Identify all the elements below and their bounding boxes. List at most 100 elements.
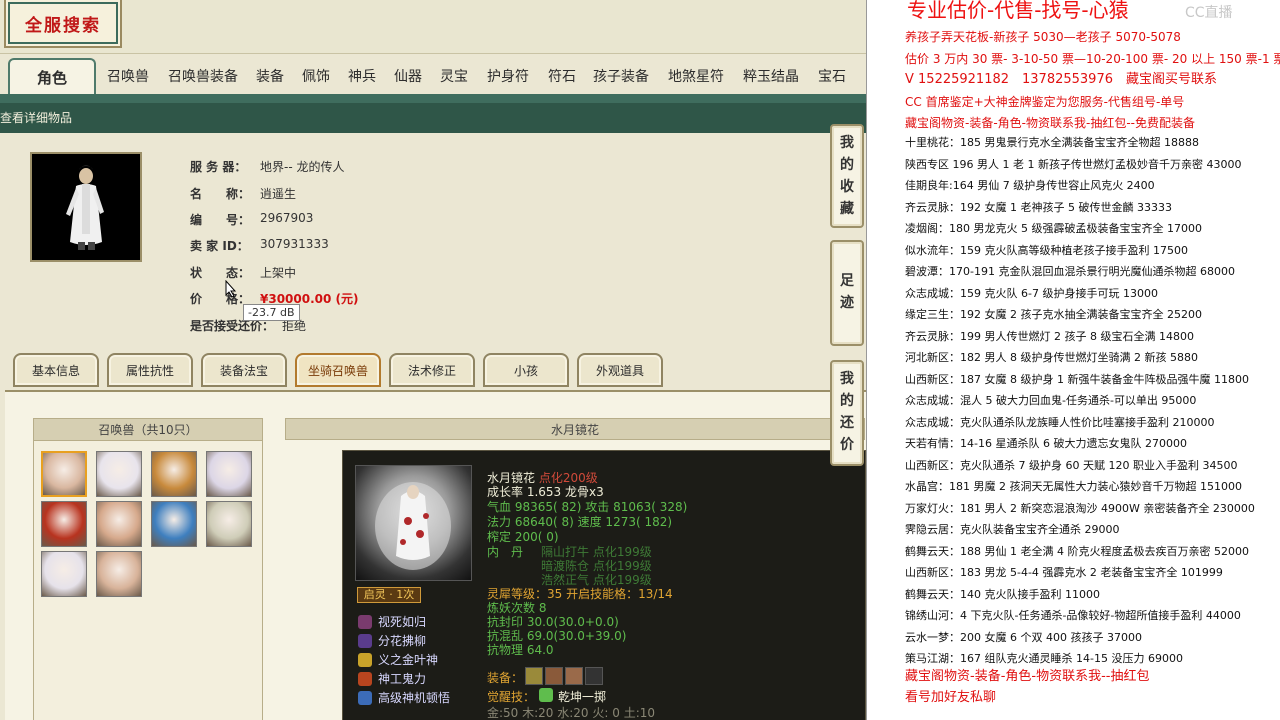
- pet-name-note: 点化200级: [538, 471, 598, 485]
- pet-lingxi: 灵犀等级：35 开启技能格：13/14: [487, 587, 673, 601]
- subtab-attributes[interactable]: 属性抗性: [107, 353, 193, 387]
- overlay-line: V 15225921182 13782553976 藏宝阁买号联系: [905, 72, 1217, 87]
- subtab-appearance[interactable]: 外观道具: [577, 353, 663, 387]
- pet-thumbnail[interactable]: [206, 451, 252, 497]
- overlay-line: 凌烟阁：180 男龙克火 5 级强霹破孟极装备宝宝齐全 17000: [905, 222, 1202, 235]
- overlay-line: 锦绣山河：4 下克火队-任务通杀-品像较好-物超所值接手盈利 44000: [905, 609, 1241, 622]
- subtab-child[interactable]: 小孩: [483, 353, 569, 387]
- tab-accessory[interactable]: 佩饰: [294, 62, 338, 90]
- seller-value: 307931333: [260, 237, 329, 251]
- overlay-line: 缘定三生：192 女魔 2 孩子克水抽全满装备宝宝齐全 25200: [905, 308, 1202, 321]
- name-label: 名 称：: [190, 187, 251, 201]
- server-value: 地界-- 龙的传人: [260, 160, 345, 174]
- id-label: 编 号：: [190, 213, 251, 227]
- subtab-equip-treasure[interactable]: 装备法宝: [201, 353, 287, 387]
- tab-child-equip[interactable]: 孩子装备: [588, 62, 654, 90]
- tab-jade-crystal[interactable]: 粹玉结晶: [736, 62, 806, 90]
- footprint-button[interactable]: 足迹: [830, 240, 864, 346]
- tab-immortal-item[interactable]: 仙器: [386, 62, 430, 90]
- pet-thumbnail[interactable]: [206, 501, 252, 547]
- skill-label: 高级神机顿悟: [378, 691, 451, 705]
- pet-neidan-2: 暗渡陈仓 点化199级: [541, 559, 652, 573]
- volume-tooltip: -23.7 dB: [243, 304, 300, 321]
- tab-underline: [0, 94, 866, 103]
- pet-skill-item[interactable]: 义之金叶神: [358, 651, 438, 668]
- mount-pet-content: 召唤兽（共10只） 水月镜花 水月镜花 点化200级 成长率 1.653 龙骨x…: [5, 390, 866, 720]
- pet-mp-speed: 法力 68640( 8) 速度 1273( 182): [487, 515, 673, 529]
- pet-equip-2-icon[interactable]: [545, 667, 563, 685]
- pet-thumbnail[interactable]: [41, 451, 87, 497]
- character-figure-icon: [66, 165, 104, 250]
- pet-thumbnail[interactable]: [96, 551, 142, 597]
- overlay-line: 山西新区：187 女魔 8 级护身 1 新强牛装备金牛阵极品强牛魔 11800: [905, 372, 1249, 386]
- status-row: 状 态： 上架中: [190, 264, 296, 281]
- overlay-line: 霁隐云居：克火队装备宝宝齐全通杀 29000: [905, 523, 1120, 536]
- pet-equip-slots: [525, 667, 603, 685]
- subtab-mount-pet[interactable]: 坐骑召唤兽: [295, 353, 381, 387]
- subtab-basic-info[interactable]: 基本信息: [13, 353, 99, 387]
- overlay-line: 估价 3 万内 30 票- 3-10-50 票—10-20-100 票- 20 …: [905, 51, 1280, 66]
- pet-juexing-value: 乾坤一掷: [558, 690, 607, 704]
- my-favorites-button[interactable]: 我的收藏: [830, 124, 864, 228]
- tab-pet-equip[interactable]: 召唤兽装备: [160, 62, 246, 90]
- logo-text: 全服搜索: [25, 15, 101, 36]
- pet-equip-4-icon[interactable]: [585, 667, 603, 685]
- subtab-spell-correction[interactable]: 法术修正: [389, 353, 475, 387]
- pet-hp-attack: 气血 98365( 82) 攻击 81063( 328): [487, 500, 688, 514]
- pet-thumbnail[interactable]: [96, 501, 142, 547]
- pet-portrait: [355, 465, 472, 581]
- overlay-line: CC 首席鉴定+大神金牌鉴定为您服务-代售组号-单号: [905, 94, 1185, 109]
- window-divider: [866, 0, 880, 720]
- tab-star-rune[interactable]: 地煞星符: [660, 62, 732, 90]
- role-info-area: 服 务 器： 地界-- 龙的传人 名 称： 逍遥生 编 号： 2967903 卖…: [0, 133, 866, 345]
- overlay-line: 天若有情：14-16 星通杀队 6 破大力遗忘女鬼队 270000: [905, 437, 1187, 450]
- overlay-line: 众志成城：159 克火队 6-7 级护身接手可玩 13000: [905, 286, 1158, 300]
- tab-amulet[interactable]: 护身符: [480, 62, 536, 90]
- server-label: 服 务 器：: [190, 160, 247, 174]
- overlay-line: 鹤舞云天：188 男仙 1 老全满 4 阶克火程度孟极去疾百万亲密 52000: [905, 544, 1249, 558]
- tab-pet[interactable]: 召唤兽: [100, 62, 156, 90]
- pet-kanding: 榨定 200( 0): [487, 530, 559, 544]
- overlay-line: 藏宝阁物资-装备-角色-物资联系我--抽红包: [905, 669, 1150, 684]
- tab-divine-weapon[interactable]: 神兵: [340, 62, 384, 90]
- category-tab-bar: 角色 召唤兽 召唤兽装备 装备 佩饰 神兵 仙器 灵宝 护身符 符石 孩子装备 …: [0, 54, 866, 94]
- pet-juexing-label: 觉醒技：: [487, 690, 536, 704]
- tab-spirit-treasure[interactable]: 灵宝: [432, 62, 476, 90]
- footprint-label: 足迹: [840, 273, 854, 311]
- seller-row: 卖 家 ID： 307931333: [190, 237, 329, 254]
- pet-equip-1-icon[interactable]: [525, 667, 543, 685]
- pet-skill-item[interactable]: 视死如归: [358, 613, 426, 630]
- pet-thumbnail[interactable]: [41, 501, 87, 547]
- pet-thumbnail[interactable]: [151, 501, 197, 547]
- pet-skill-item[interactable]: 神工鬼力: [358, 670, 426, 687]
- overlay-line: 山西新区：克火队通杀 7 级护身 60 天赋 120 职业入手盈利 34500: [905, 458, 1238, 472]
- tab-rune-stone[interactable]: 符石: [540, 62, 584, 90]
- pet-thumbnail[interactable]: [41, 551, 87, 597]
- pet-skill-item[interactable]: 高级神机顿悟: [358, 689, 450, 706]
- game-window: 全服搜索 角色 召唤兽 召唤兽装备 装备 佩饰 神兵 仙器 灵宝 护身符 符石 …: [0, 0, 866, 720]
- overlay-line: 策马江湖：167 组队克火通灵睡杀 14-15 没压力 69000: [905, 652, 1183, 665]
- pet-name: 水月镜花: [487, 471, 536, 485]
- skill-icon: [358, 671, 372, 686]
- pet-equip-3-icon[interactable]: [565, 667, 583, 685]
- pet-elements: 金:50 木:20 水:20 火: 0 土:10: [487, 706, 656, 720]
- mouse-cursor-icon: [225, 280, 237, 298]
- pet-thumbnail[interactable]: [151, 451, 197, 497]
- search-logo[interactable]: 全服搜索: [8, 2, 118, 44]
- status-label: 状 态：: [190, 266, 251, 280]
- id-row: 编 号： 2967903: [190, 211, 313, 228]
- tab-role[interactable]: 角色: [8, 58, 96, 94]
- pet-skill-item[interactable]: 分花拂柳: [358, 632, 426, 649]
- pet-name-line: 水月镜花 点化200级: [487, 471, 598, 486]
- overlay-title: 专业估价-代售-找号-心猿: [907, 0, 1129, 22]
- my-counter-offer-button[interactable]: 我的还价: [830, 360, 864, 466]
- tab-gem[interactable]: 宝石: [810, 62, 854, 90]
- skill-label: 分花拂柳: [378, 634, 427, 648]
- pet-figure-icon: [375, 482, 451, 570]
- skill-label: 神工鬼力: [378, 672, 427, 686]
- pet-thumbnail[interactable]: [96, 451, 142, 497]
- pet-detail-box: 水月镜花 点化200级 成长率 1.653 龙骨x3 气血 98365( 82)…: [342, 450, 866, 720]
- overlay-line: 养孩子弄天花板-新孩子 5030—老孩子 5070-5078: [905, 30, 1181, 44]
- tab-equip[interactable]: 装备: [248, 62, 292, 90]
- overlay-line: 佳期良年:164 男仙 7 级护身传世容止风克火 2400: [905, 179, 1155, 192]
